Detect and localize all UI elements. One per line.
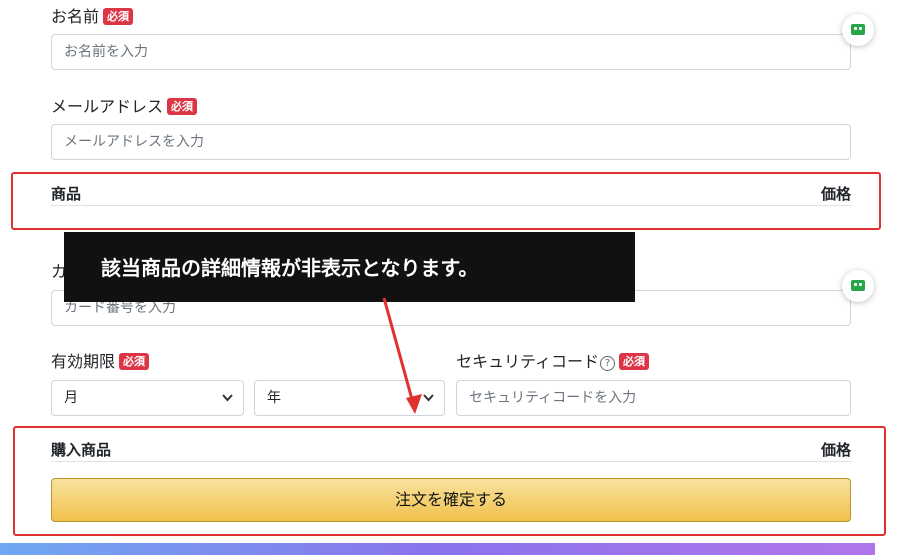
robot-chat-icon[interactable] <box>842 14 874 46</box>
required-badge: 必須 <box>167 98 198 115</box>
expiry-label-text: 有効期限 <box>51 352 116 371</box>
name-input[interactable]: お名前を入力 <box>51 34 851 70</box>
year-value: 年 <box>267 390 281 406</box>
name-label: お名前 必須 <box>51 3 134 27</box>
email-label: メールアドレス 必須 <box>51 93 198 117</box>
highlight-box-product-table <box>11 172 881 230</box>
annotation-callout: 該当商品の詳細情報が非表示となります。 <box>64 232 635 302</box>
required-badge: 必須 <box>619 353 650 370</box>
name-label-text: お名前 <box>51 7 100 26</box>
highlight-box-purchase <box>13 426 886 536</box>
security-code-input[interactable]: セキュリティコードを入力 <box>456 380 851 416</box>
required-badge: 必須 <box>103 8 134 25</box>
footer-gradient-bar <box>0 543 875 555</box>
security-code-label: セキュリティコード? 必須 <box>456 348 650 372</box>
security-label-text: セキュリティコード <box>456 352 600 371</box>
annotation-arrow <box>382 297 422 414</box>
robot-chat-icon[interactable] <box>842 270 874 302</box>
required-badge: 必須 <box>119 353 150 370</box>
expiry-month-select[interactable]: 月 <box>51 380 244 416</box>
month-value: 月 <box>64 390 78 406</box>
chevron-down-icon <box>222 381 233 428</box>
help-circle-icon[interactable]: ? <box>600 356 616 371</box>
expiry-label: 有効期限 必須 <box>51 348 150 372</box>
email-label-text: メールアドレス <box>51 97 164 116</box>
email-input[interactable]: メールアドレスを入力 <box>51 124 851 160</box>
